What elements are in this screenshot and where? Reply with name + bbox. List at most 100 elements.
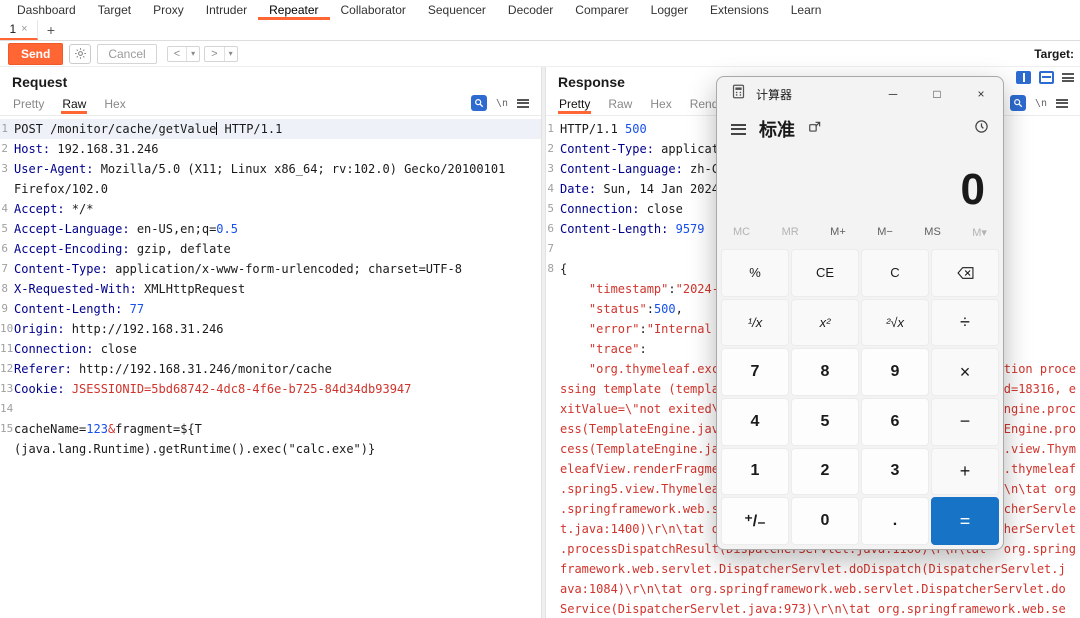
code-line[interactable]: 2Host: 192.168.31.246 xyxy=(0,139,541,159)
menu-item-comparer[interactable]: Comparer xyxy=(564,0,639,20)
calc-key-subtract[interactable]: − xyxy=(931,398,999,446)
editor-menu-icon[interactable] xyxy=(1056,99,1068,108)
code-line[interactable]: Service(DispatcherServlet.java:973)\r\n\… xyxy=(546,599,1080,618)
request-editor[interactable]: 1POST /monitor/cache/getValue HTTP/1.12H… xyxy=(0,116,541,618)
calc-key-0[interactable]: 0 xyxy=(791,497,859,545)
search-icon[interactable] xyxy=(471,95,487,111)
maximize-button[interactable]: □ xyxy=(915,77,959,111)
calc-key-clear[interactable]: C xyxy=(861,249,929,297)
code-line[interactable]: 6Accept-Encoding: gzip, deflate xyxy=(0,239,541,259)
calc-key-9[interactable]: 9 xyxy=(861,348,929,396)
layout-rows-icon[interactable] xyxy=(1039,71,1054,84)
toolbar: Send Cancel < ▾ > ▾ Target: xyxy=(0,41,1080,67)
close-button[interactable]: × xyxy=(959,77,1003,111)
code-segment: Content-Language: xyxy=(560,162,683,176)
code-line[interactable]: 13Cookie: JSESSIONID=5bd68742-4dc8-4f6e-… xyxy=(0,379,541,399)
calc-key-6[interactable]: 6 xyxy=(861,398,929,446)
code-line[interactable]: (java.lang.Runtime).getRuntime().exec("c… xyxy=(0,439,541,459)
calc-key-1[interactable]: 1 xyxy=(721,448,789,496)
menu-item-repeater[interactable]: Repeater xyxy=(258,0,329,20)
calc-key-backspace[interactable] xyxy=(931,249,999,297)
calc-key-7[interactable]: 7 xyxy=(721,348,789,396)
calc-key-2[interactable]: 2 xyxy=(791,448,859,496)
calc-key-square-root[interactable]: ²√x xyxy=(861,299,929,347)
calc-key-decimal[interactable]: . xyxy=(861,497,929,545)
code-line[interactable]: 15cacheName=123&fragment=${T xyxy=(0,419,541,439)
minimize-button[interactable]: ─ xyxy=(871,77,915,111)
code-line[interactable]: 9Content-Length: 77 xyxy=(0,299,541,319)
calc-key-multiply[interactable]: × xyxy=(931,348,999,396)
calc-key-add[interactable]: + xyxy=(931,448,999,496)
panel-menu-icon[interactable] xyxy=(1062,73,1074,82)
calc-key-square[interactable]: x² xyxy=(791,299,859,347)
menu-item-proxy[interactable]: Proxy xyxy=(142,0,195,20)
new-tab-button[interactable]: + xyxy=(38,20,64,40)
memory-button-ms[interactable]: MS xyxy=(924,226,941,239)
repeater-tab-1[interactable]: 1 × xyxy=(0,20,38,40)
calc-key-3[interactable]: 3 xyxy=(861,448,929,496)
gear-icon[interactable] xyxy=(69,44,91,64)
code-line[interactable]: 3User-Agent: Mozilla/5.0 (X11; Linux x86… xyxy=(0,159,541,179)
calc-key-percent[interactable]: % xyxy=(721,249,789,297)
menu-item-learn[interactable]: Learn xyxy=(780,0,833,20)
code-line[interactable]: 8X-Requested-With: XMLHttpRequest xyxy=(0,279,541,299)
tab-pretty[interactable]: Pretty xyxy=(12,93,45,114)
code-line[interactable]: 4Accept: */* xyxy=(0,199,541,219)
memory-button-m+[interactable]: M+ xyxy=(830,226,846,239)
menu-item-sequencer[interactable]: Sequencer xyxy=(417,0,497,20)
code-line[interactable]: 14 xyxy=(0,399,541,419)
editor-menu-icon[interactable] xyxy=(517,99,529,108)
menu-item-intruder[interactable]: Intruder xyxy=(195,0,258,20)
code-line[interactable]: Firefox/102.0 xyxy=(0,179,541,199)
code-segment: ngine.proc xyxy=(1004,399,1076,419)
menu-item-dashboard[interactable]: Dashboard xyxy=(6,0,87,20)
calc-key-negate[interactable]: ⁺/₋ xyxy=(721,497,789,545)
calc-key-reciprocal[interactable]: ¹/x xyxy=(721,299,789,347)
show-nonprinting-icon[interactable]: \n xyxy=(496,98,508,109)
send-button[interactable]: Send xyxy=(8,43,63,65)
menu-item-logger[interactable]: Logger xyxy=(640,0,699,20)
hamburger-menu-icon[interactable] xyxy=(731,124,746,135)
code-segment: HTTP/1.1 xyxy=(217,122,282,136)
menu-item-decoder[interactable]: Decoder xyxy=(497,0,564,20)
line-number: 3 xyxy=(0,159,14,179)
code-segment: Connection: xyxy=(560,202,639,216)
tab-hex[interactable]: Hex xyxy=(103,93,126,114)
line-number xyxy=(546,399,560,419)
menu-item-target[interactable]: Target xyxy=(87,0,142,20)
code-line[interactable]: 10Origin: http://192.168.31.246 xyxy=(0,319,541,339)
tab-raw[interactable]: Raw xyxy=(607,93,633,114)
code-segment: .thymeleaf xyxy=(1004,459,1076,479)
calc-key-equals[interactable]: = xyxy=(931,497,999,545)
back-dropdown-icon[interactable]: ▾ xyxy=(186,47,199,61)
forward-dropdown-icon[interactable]: ▾ xyxy=(224,47,237,61)
memory-button-m−[interactable]: M− xyxy=(877,226,893,239)
calc-key-8[interactable]: 8 xyxy=(791,348,859,396)
tab-pretty[interactable]: Pretty xyxy=(558,93,591,114)
layout-columns-icon[interactable] xyxy=(1016,71,1031,84)
code-line[interactable]: 7Content-Type: application/x-www-form-ur… xyxy=(0,259,541,279)
search-icon[interactable] xyxy=(1010,95,1026,111)
back-button[interactable]: < ▾ xyxy=(167,46,200,62)
calc-key-clear-entry[interactable]: CE xyxy=(791,249,859,297)
code-line[interactable]: 5Accept-Language: en-US,en;q=0.5 xyxy=(0,219,541,239)
code-line[interactable]: framework.web.servlet.DispatcherServlet.… xyxy=(546,559,1080,579)
tab-close-icon[interactable]: × xyxy=(21,23,27,35)
tab-raw[interactable]: Raw xyxy=(61,93,87,114)
code-line[interactable]: 11Connection: close xyxy=(0,339,541,359)
code-line[interactable]: 1POST /monitor/cache/getValue HTTP/1.1 xyxy=(0,119,541,139)
menu-item-extensions[interactable]: Extensions xyxy=(699,0,780,20)
tab-hex[interactable]: Hex xyxy=(649,93,672,114)
calculator-titlebar[interactable]: 计算器 ─ □ × xyxy=(717,77,1003,111)
show-nonprinting-icon[interactable]: \n xyxy=(1035,98,1047,109)
menu-item-collaborator[interactable]: Collaborator xyxy=(330,0,417,20)
keep-on-top-icon[interactable] xyxy=(808,120,822,139)
code-line[interactable]: 12Referer: http://192.168.31.246/monitor… xyxy=(0,359,541,379)
forward-button[interactable]: > ▾ xyxy=(204,46,237,62)
history-icon[interactable] xyxy=(974,119,989,139)
calc-key-divide[interactable]: ÷ xyxy=(931,299,999,347)
code-line[interactable]: ava:1084)\r\n\tat org.springframework.we… xyxy=(546,579,1080,599)
calc-key-5[interactable]: 5 xyxy=(791,398,859,446)
calc-key-4[interactable]: 4 xyxy=(721,398,789,446)
cancel-button[interactable]: Cancel xyxy=(97,44,156,64)
